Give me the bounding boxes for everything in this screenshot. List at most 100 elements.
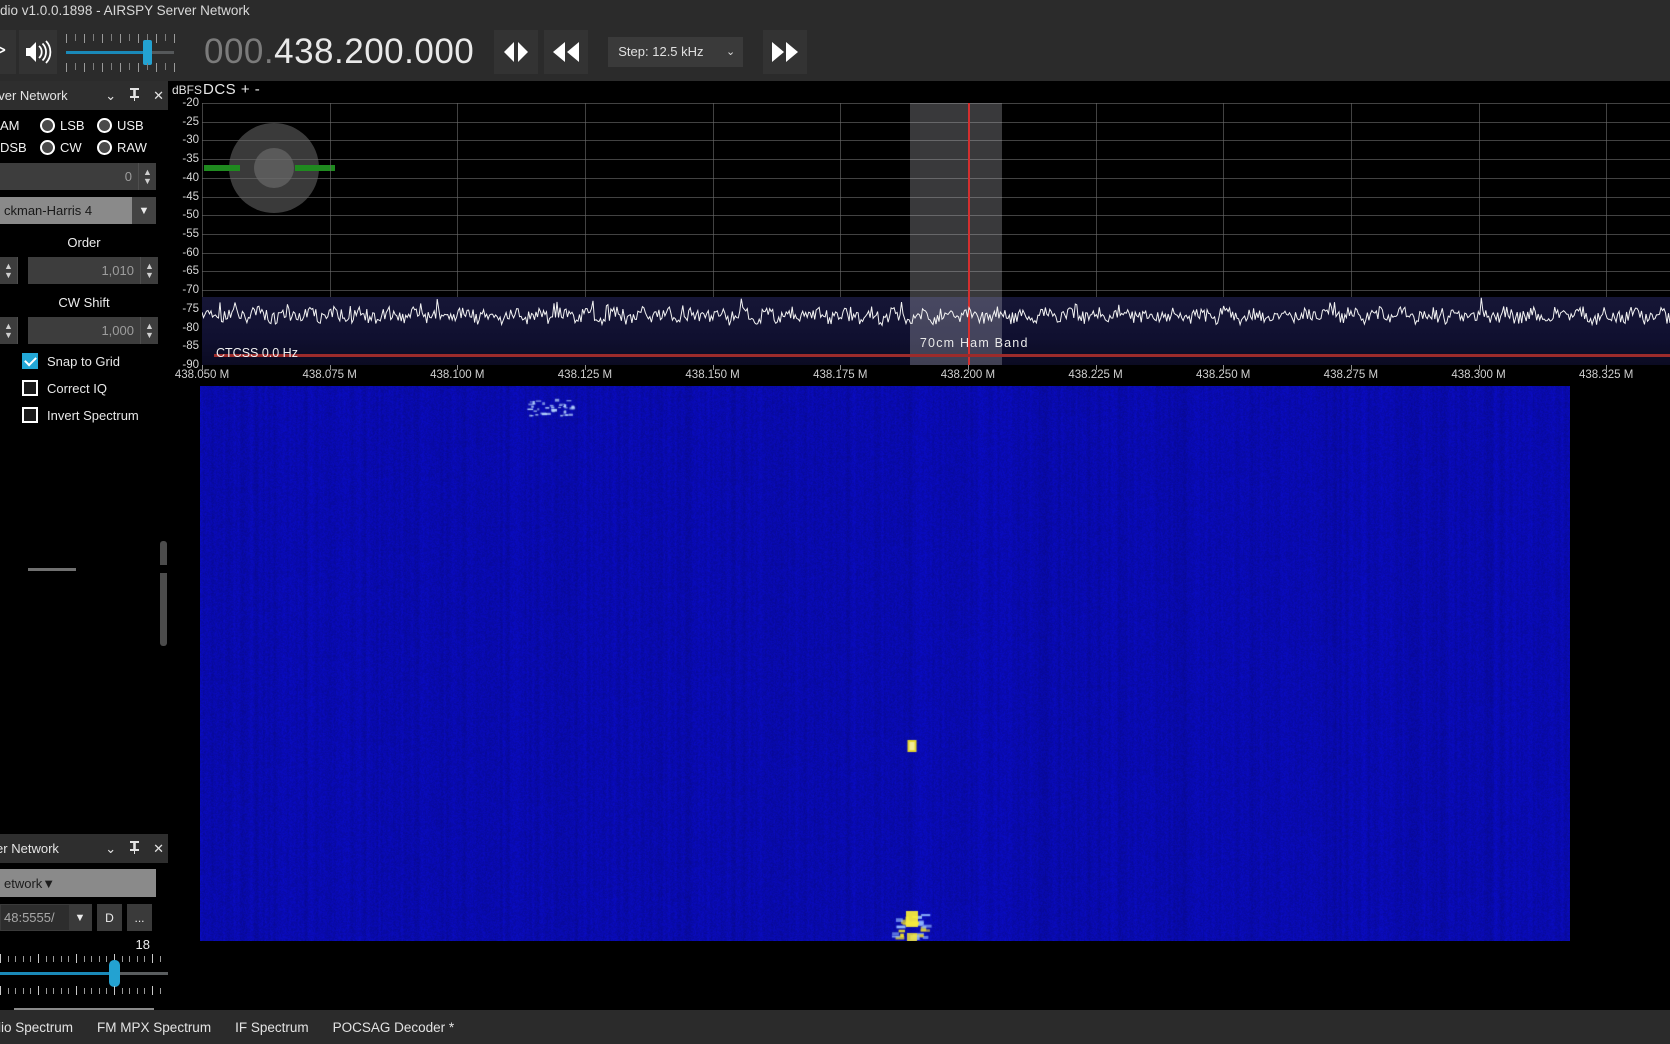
checkbox-snap-to-grid[interactable]: Snap to Grid — [22, 353, 168, 369]
close-icon[interactable]: ✕ — [153, 841, 164, 857]
y-axis-tick: -20 — [182, 97, 199, 109]
volume-knob[interactable] — [143, 39, 152, 65]
panel-scrollbar[interactable] — [160, 541, 167, 646]
mode-cw[interactable]: CW — [40, 140, 97, 155]
x-axis-tick-label: 438.075 M — [302, 369, 357, 381]
demodulator-panel-body: AM LSB USB DSB CW RAW 0 ▲ ▼ ckman-Harris … — [0, 110, 168, 423]
tab-if-spectrum[interactable]: IF Spectrum — [223, 1010, 321, 1044]
volume-slider[interactable] — [66, 30, 175, 74]
mode-am-label: AM — [0, 118, 20, 133]
mode-lsb-label: LSB — [60, 118, 85, 133]
order-value[interactable]: 1,010 — [28, 257, 140, 284]
order-stepper-left-icon[interactable]: ▲ ▼ — [0, 257, 18, 284]
chevron-down-icon[interactable]: ▼ — [69, 905, 91, 930]
frequency-prefix: 000. — [204, 31, 275, 71]
x-axis-tick-label: 438.300 M — [1451, 369, 1506, 381]
collapse-icon[interactable]: ⌄ — [105, 841, 116, 857]
shift-stepper-icon[interactable]: ▲ ▼ — [138, 163, 156, 190]
waterfall-canvas — [200, 386, 1570, 941]
waterfall-display[interactable] — [200, 386, 1570, 941]
demodulator-panel-header: Server Network ⌄ ✕ — [0, 81, 168, 110]
order-stepper-icon[interactable]: ▲ ▼ — [140, 257, 158, 284]
y-axis-tick: -75 — [182, 302, 199, 315]
radio-icon — [40, 118, 55, 133]
ctcss-marker-line — [214, 353, 1670, 357]
mode-dsb-label: DSB — [0, 140, 27, 155]
step-label: Step: 12.5 kHz — [618, 44, 704, 59]
mode-raw[interactable]: RAW — [97, 140, 157, 155]
settings-icon[interactable] — [0, 29, 16, 74]
radio-icon — [97, 140, 112, 155]
shift-value[interactable]: 0 — [0, 163, 138, 190]
y-axis-tick: -60 — [182, 246, 199, 259]
y-axis-tick: -25 — [182, 115, 199, 128]
server-url-input[interactable]: 48:5555/ ▼ — [0, 904, 92, 931]
source-select[interactable]: etwork ▼ — [0, 869, 156, 897]
gain-slider[interactable] — [0, 954, 168, 998]
checkbox-icon — [22, 353, 38, 369]
chevron-down-icon[interactable]: ▼ — [42, 876, 55, 891]
shift-spinner[interactable]: 0 ▲ ▼ — [0, 163, 168, 190]
modulation-mode-group: AM LSB USB DSB CW RAW — [0, 110, 168, 159]
mode-raw-label: RAW — [117, 140, 147, 155]
cw-shift-stepper-left-icon[interactable]: ▲ ▼ — [0, 317, 18, 344]
window-function-select[interactable]: ckman-Harris 4 ▼ — [0, 197, 156, 224]
gain-knob[interactable] — [109, 960, 121, 987]
spectrum-plot-area[interactable]: CTCSS 0.0 Hz 70cm Ham Band — [202, 103, 1670, 365]
disconnect-button[interactable]: D — [97, 904, 122, 931]
waterfall-left-margin — [168, 386, 200, 941]
tab-pocsag-decoder[interactable]: POCSAG Decoder * — [321, 1010, 467, 1044]
mode-dsb[interactable]: DSB — [0, 140, 40, 155]
main-toolbar: 000.438.200.000 Step: 12.5 kHz ⌄ — [0, 22, 1670, 81]
tune-center-icon[interactable] — [494, 29, 539, 74]
frequency-display[interactable]: 000.438.200.000 — [204, 32, 474, 72]
tab-audio-spectrum[interactable]: udio Spectrum — [0, 1010, 85, 1044]
more-options-button[interactable]: ... — [127, 904, 152, 931]
mode-am[interactable]: AM — [0, 118, 40, 133]
tab-fm-mpx-spectrum[interactable]: FM MPX Spectrum — [85, 1010, 223, 1044]
step-select[interactable]: Step: 12.5 kHz ⌄ — [608, 36, 744, 67]
chevron-down-icon[interactable]: ▼ — [132, 197, 156, 224]
y-axis-tick: -55 — [182, 228, 199, 240]
step-down-icon[interactable] — [544, 29, 589, 74]
y-axis-tick: -50 — [182, 209, 199, 222]
step-up-icon[interactable] — [763, 29, 808, 74]
collapse-icon[interactable]: ⌄ — [105, 88, 116, 104]
checkbox-invert-spectrum[interactable]: Invert Spectrum — [22, 407, 168, 423]
x-axis-tick-label: 438.275 M — [1323, 369, 1379, 381]
server-url-value: 48:5555/ — [4, 910, 55, 925]
pin-icon[interactable] — [129, 840, 140, 857]
spectrum-display[interactable]: dBFS DCS + - -20 -25 -30 -35 -40 -45 -50 -55 -60… — [168, 81, 1670, 386]
speaker-icon[interactable] — [19, 29, 57, 74]
gain-ticks-top — [0, 954, 168, 963]
window-function-value: ckman-Harris 4 — [4, 203, 93, 218]
order-spinner[interactable]: ▲ ▼ 1,010 ▲ ▼ — [0, 257, 168, 284]
volume-track — [66, 50, 174, 54]
server-url-row: 48:5555/ ▼ D ... — [0, 904, 168, 931]
x-axis-tick-label: 438.175 M — [813, 369, 868, 381]
network-panel-title: erver Network — [0, 841, 59, 856]
cw-shift-value[interactable]: 1,000 — [28, 317, 140, 344]
checkbox-correct-iq[interactable]: Correct IQ — [22, 380, 168, 396]
y-axis-tick: -35 — [182, 153, 199, 166]
cw-shift-label: CW Shift — [58, 295, 110, 310]
checkbox-icon — [22, 407, 38, 423]
y-axis-tick: -80 — [182, 321, 199, 334]
close-icon[interactable]: ✕ — [153, 88, 164, 104]
frequency-main: 438.200.000 — [274, 31, 475, 71]
panel-splitter[interactable] — [0, 565, 168, 573]
cw-shift-spinner[interactable]: ▲ ▼ 1,000 ▲ ▼ — [0, 317, 168, 344]
spectrum-x-axis: 438.050 M 438.075 M 438.100 M 438.125 M 438.… — [175, 365, 1670, 386]
y-axis-tick: -65 — [182, 265, 199, 278]
demodulator-panel-title: Server Network — [0, 88, 68, 103]
mode-usb[interactable]: USB — [97, 118, 157, 133]
cw-shift-stepper-icon[interactable]: ▲ ▼ — [140, 317, 158, 344]
chevron-down-icon: ⌄ — [726, 46, 736, 58]
volume-ticks-bottom — [66, 62, 175, 72]
mode-lsb[interactable]: LSB — [40, 118, 97, 133]
order-label: Order — [67, 235, 101, 250]
pin-icon[interactable] — [129, 87, 140, 104]
y-axis-tick: -30 — [182, 134, 199, 147]
gain-fill — [0, 972, 115, 975]
volume-fill — [66, 50, 147, 54]
